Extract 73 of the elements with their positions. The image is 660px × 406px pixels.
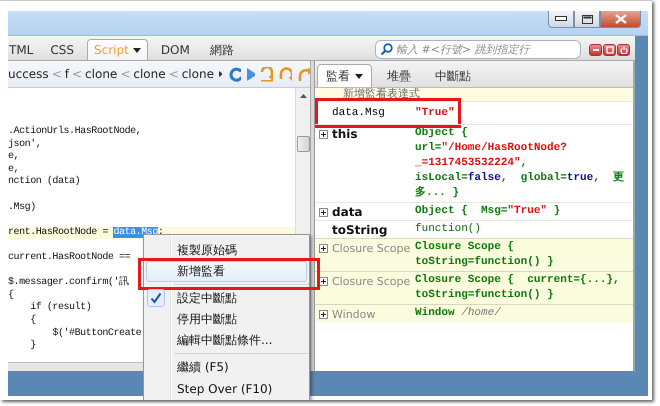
power-button[interactable] xyxy=(617,44,630,56)
up-arrow-icon xyxy=(300,94,306,98)
expand-icon[interactable] xyxy=(319,130,328,139)
panel-tab[interactable]: 網路 xyxy=(202,39,241,60)
menu-item[interactable]: 設定中斷點 xyxy=(146,288,307,309)
menu-item[interactable]: 複製原始碼 xyxy=(146,240,307,261)
code-line: } xyxy=(29,340,36,353)
minimize-button[interactable] xyxy=(589,44,602,56)
window-icon xyxy=(606,46,614,54)
search-field[interactable]: 輸入 #<行號> 跳到指定行 xyxy=(375,40,581,58)
variable-value: function() xyxy=(415,222,482,237)
menu-item[interactable]: 停用中斷點 xyxy=(146,309,307,330)
variable-name: Closure Scope xyxy=(332,274,410,289)
code-line: $.messager.confirm('訊 xyxy=(8,277,129,290)
breadcrumb-separator: < xyxy=(168,67,179,81)
code-line: .ActionUrls.HasRootNode, xyxy=(8,126,142,138)
code-line: e, xyxy=(8,151,20,164)
maximize-button[interactable] xyxy=(574,11,600,28)
watch-tab[interactable]: 監看 xyxy=(317,64,372,87)
variable-value: Object { Msg="True" } xyxy=(415,204,562,219)
variable-value: Closure Scope { current={...}, toString=function() } xyxy=(415,273,621,303)
play-icon[interactable] xyxy=(246,66,256,82)
expand-icon[interactable] xyxy=(319,277,328,286)
code-line: nction (data) xyxy=(8,176,80,189)
panel-tab[interactable]: DOM xyxy=(154,39,197,60)
variable-name: data xyxy=(332,205,363,220)
power-icon xyxy=(620,46,628,54)
variable-value: Window /home/ xyxy=(415,306,502,321)
variable-value: "True" xyxy=(415,106,456,120)
minimize-button[interactable] xyxy=(548,11,574,28)
expand-icon[interactable] xyxy=(319,208,328,217)
close-icon xyxy=(614,14,626,24)
variable-name: Window xyxy=(332,307,376,322)
breadcrumb-item[interactable]: clone xyxy=(182,67,214,81)
variable-name: this xyxy=(332,127,358,142)
code-line: { xyxy=(29,314,36,328)
menu-item[interactable]: 編輯中斷點條件... xyxy=(146,330,307,351)
watch-tab[interactable]: 中斷點 xyxy=(426,64,480,87)
refresh-icon[interactable] xyxy=(229,66,241,82)
breadcrumb-item[interactable]: clone xyxy=(133,67,166,81)
search-icon xyxy=(380,42,393,56)
maximize-icon xyxy=(582,14,592,24)
watch-tab[interactable]: 堆疊 xyxy=(378,64,420,87)
code-line: e, xyxy=(8,164,20,176)
menu-item[interactable]: 新增監看 xyxy=(146,261,307,282)
close-button[interactable] xyxy=(600,11,641,28)
code-line: .Msg) xyxy=(8,202,36,214)
variable-name: toString xyxy=(332,223,388,238)
expand-icon[interactable] xyxy=(319,244,328,253)
code-line: current.HasRootNode == xyxy=(8,252,130,265)
code-line: if (result) xyxy=(29,302,92,314)
scroll-thumb[interactable] xyxy=(296,136,310,152)
variable-name: Closure Scope xyxy=(332,241,410,256)
panel-tab[interactable]: TML xyxy=(8,39,40,60)
right-arrow-icon[interactable] xyxy=(218,71,222,77)
breadcrumb-separator: < xyxy=(120,67,130,81)
minimize-icon xyxy=(555,16,567,22)
code-line: json', xyxy=(8,138,42,152)
variable-name: data.Msg xyxy=(332,107,385,119)
variable-value: Closure Scope { toString=function() } xyxy=(415,240,555,270)
breadcrumb-item[interactable]: f xyxy=(64,67,69,81)
expand-icon[interactable] xyxy=(319,310,328,319)
code-line: $('#ButtonCreate xyxy=(51,328,142,340)
menu-item[interactable]: 繼續 (F5) xyxy=(146,357,307,378)
menu-item[interactable]: Step Over (F10) xyxy=(146,378,307,399)
breadcrumb-item[interactable]: uccess xyxy=(8,67,49,81)
breadcrumb-separator: < xyxy=(72,67,82,81)
breadcrumb-item[interactable]: clone xyxy=(85,67,118,81)
panel-tab[interactable]: CSS xyxy=(43,39,81,60)
breadcrumb-separator: < xyxy=(52,67,62,81)
detach-button[interactable] xyxy=(603,44,616,56)
code-line: { xyxy=(8,290,14,302)
variable-value: Object { url="/Home/HasRootNode?_=1317453532224", isLocal=false, global=true, 更多... } xyxy=(415,126,626,201)
